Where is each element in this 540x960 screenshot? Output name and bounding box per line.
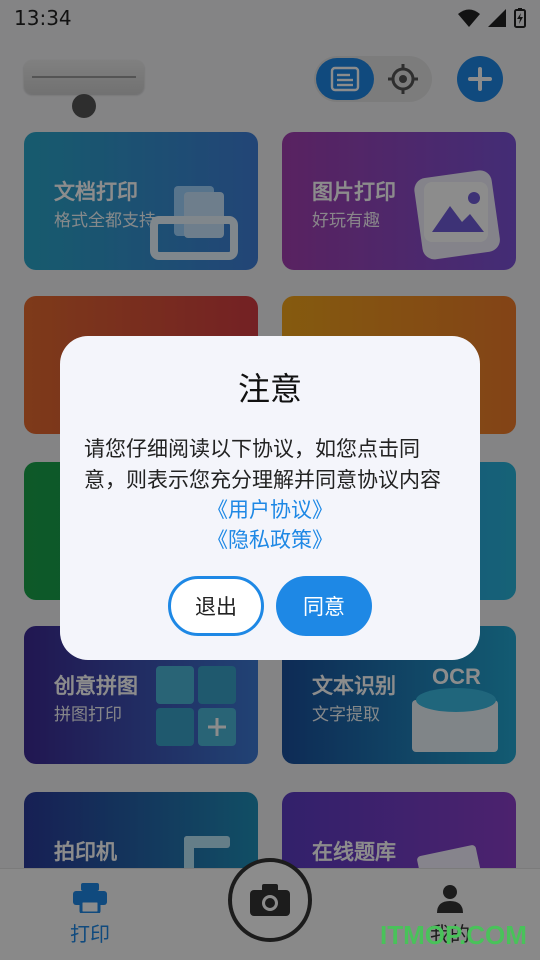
notice-dialog: 注意 请您仔细阅读以下协议，如您点击同意，则表示您充分理解并同意协议内容 《用户… xyxy=(60,336,480,660)
user-agreement-link[interactable]: 《用户协议》 xyxy=(60,494,480,524)
agree-button[interactable]: 同意 xyxy=(276,576,372,636)
dialog-title: 注意 xyxy=(237,370,302,408)
dialog-message: 请您仔细阅读以下协议，如您点击同意，则表示您充分理解并同意协议内容 xyxy=(84,437,441,492)
watermark: ITMOP.COM xyxy=(380,920,527,950)
privacy-policy-link[interactable]: 《隐私政策》 xyxy=(60,524,480,554)
exit-button[interactable]: 退出 xyxy=(168,576,264,636)
